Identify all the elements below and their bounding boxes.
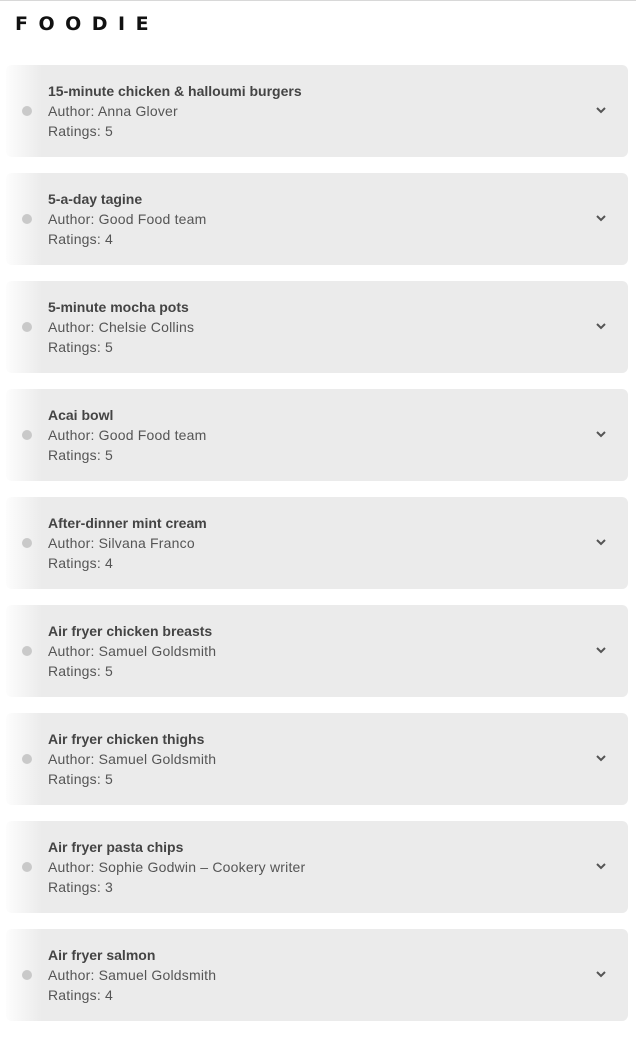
recipe-title: Acai bowl <box>48 407 114 423</box>
dot-icon <box>22 646 32 656</box>
recipe-ratings: Ratings: 5 <box>48 663 114 679</box>
recipe-author: Author: Silvana Franco <box>48 535 195 551</box>
recipe-text: After-dinner mint cream Author: Silvana … <box>48 513 207 573</box>
recipe-title: 5-minute mocha pots <box>48 299 189 315</box>
chevron-down-icon[interactable] <box>594 645 608 655</box>
recipe-title: Air fryer salmon <box>48 947 156 963</box>
dot-icon <box>22 538 32 548</box>
dot-icon <box>22 754 32 764</box>
recipe-author: Author: Sophie Godwin – Cookery writer <box>48 859 306 875</box>
recipe-author: Author: Good Food team <box>48 427 207 443</box>
recipe-author: Author: Anna Glover <box>48 103 178 119</box>
chevron-down-icon[interactable] <box>594 321 608 331</box>
recipe-title: Air fryer chicken breasts <box>48 623 213 639</box>
recipe-title: Air fryer chicken thighs <box>48 731 205 747</box>
recipe-author: Author: Good Food team <box>48 211 207 227</box>
recipe-card[interactable]: After-dinner mint cream Author: Silvana … <box>6 497 628 589</box>
recipe-text: Acai bowl Author: Good Food team Ratings… <box>48 405 207 465</box>
recipe-ratings: Ratings: 4 <box>48 231 114 247</box>
recipe-card[interactable]: Air fryer chicken thighs Author: Samuel … <box>6 713 628 805</box>
recipe-author: Author: Samuel Goldsmith <box>48 967 217 983</box>
recipe-title: After-dinner mint cream <box>48 515 207 531</box>
chevron-down-icon[interactable] <box>594 429 608 439</box>
recipe-ratings: Ratings: 4 <box>48 555 114 571</box>
chevron-down-icon[interactable] <box>594 537 608 547</box>
recipe-text: 5-a-day tagine Author: Good Food team Ra… <box>48 189 207 249</box>
app-header: FOODIE <box>0 1 636 51</box>
recipe-text: Air fryer pasta chips Author: Sophie God… <box>48 837 305 897</box>
recipe-ratings: Ratings: 5 <box>48 339 114 355</box>
chevron-down-icon[interactable] <box>594 861 608 871</box>
recipe-text: Air fryer chicken breasts Author: Samuel… <box>48 621 216 681</box>
recipe-text: Air fryer chicken thighs Author: Samuel … <box>48 729 216 789</box>
recipe-card[interactable]: 5-a-day tagine Author: Good Food team Ra… <box>6 173 628 265</box>
recipe-card[interactable]: Air fryer pasta chips Author: Sophie God… <box>6 821 628 913</box>
recipe-card[interactable]: Acai bowl Author: Good Food team Ratings… <box>6 389 628 481</box>
recipe-title: 15-minute chicken & halloumi burgers <box>48 83 302 99</box>
recipe-card[interactable]: 15-minute chicken & halloumi burgers Aut… <box>6 65 628 157</box>
recipe-list: 15-minute chicken & halloumi burgers Aut… <box>6 65 628 1037</box>
recipe-card[interactable]: Air fryer chicken breasts Author: Samuel… <box>6 605 628 697</box>
recipe-ratings: Ratings: 5 <box>48 123 114 139</box>
recipe-author: Author: Samuel Goldsmith <box>48 643 217 659</box>
dot-icon <box>22 214 32 224</box>
dot-icon <box>22 106 32 116</box>
dot-icon <box>22 430 32 440</box>
recipe-card[interactable]: Air fryer salmon Author: Samuel Goldsmit… <box>6 929 628 1021</box>
chevron-down-icon[interactable] <box>594 213 608 223</box>
recipe-ratings: Ratings: 3 <box>48 879 114 895</box>
recipe-text: 5-minute mocha pots Author: Chelsie Coll… <box>48 297 194 357</box>
chevron-down-icon[interactable] <box>594 753 608 763</box>
recipe-ratings: Ratings: 5 <box>48 771 114 787</box>
dot-icon <box>22 970 32 980</box>
recipe-card[interactable]: 5-minute mocha pots Author: Chelsie Coll… <box>6 281 628 373</box>
chevron-down-icon[interactable] <box>594 105 608 115</box>
chevron-down-icon[interactable] <box>594 969 608 979</box>
recipe-title: Air fryer pasta chips <box>48 839 184 855</box>
dot-icon <box>22 322 32 332</box>
recipe-text: 15-minute chicken & halloumi burgers Aut… <box>48 81 302 141</box>
recipe-title: 5-a-day tagine <box>48 191 143 207</box>
recipe-author: Author: Samuel Goldsmith <box>48 751 217 767</box>
recipe-text: Air fryer salmon Author: Samuel Goldsmit… <box>48 945 216 1005</box>
recipe-ratings: Ratings: 4 <box>48 987 114 1003</box>
recipe-author: Author: Chelsie Collins <box>48 319 195 335</box>
app-logo[interactable]: FOODIE <box>15 13 159 35</box>
recipe-ratings: Ratings: 5 <box>48 447 114 463</box>
dot-icon <box>22 862 32 872</box>
